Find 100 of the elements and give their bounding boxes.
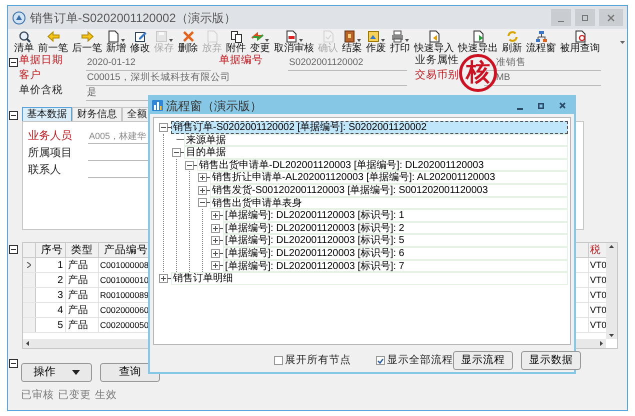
- action-button[interactable]: 操作: [21, 363, 92, 382]
- overflow-caret-icon[interactable]: [620, 41, 625, 44]
- table-cell-text: VT0: [589, 259, 606, 272]
- tree-item[interactable]: [单据编号]: DL202001120003 [标识号]: 7: [223, 260, 568, 272]
- arrow-left-icon: [46, 30, 60, 43]
- collapse-icon[interactable]: [9, 359, 18, 368]
- toolbar-button[interactable]: 清单: [14, 29, 34, 54]
- expand-icon[interactable]: [198, 173, 210, 182]
- vertical-scrollbar[interactable]: [606, 243, 617, 339]
- tab[interactable]: 基本数据: [22, 107, 72, 121]
- expand-icon[interactable]: [159, 274, 171, 283]
- tree-item[interactable]: [单据编号]: DL202001120003 [标识号]: 1: [223, 209, 568, 222]
- table-cell-text: R001000089: [99, 289, 150, 302]
- checkbox-label: 展开所有节点: [285, 352, 351, 368]
- field-label: 业务属性: [415, 54, 459, 66]
- tree-item[interactable]: 销售订单明细: [171, 272, 568, 285]
- row-header-cell[interactable]: [23, 318, 36, 332]
- close-button[interactable]: [559, 102, 566, 109]
- scroll-up-icon[interactable]: [609, 245, 614, 248]
- toolbar-button[interactable]: 打印: [390, 29, 410, 54]
- tree-item[interactable]: 销售出货申请单表身: [210, 196, 568, 210]
- toolbar-button[interactable]: 取消审核: [274, 29, 314, 54]
- collapse-icon[interactable]: [198, 198, 210, 208]
- cross-icon: [182, 30, 194, 43]
- collapse-icon[interactable]: [9, 58, 18, 67]
- dialog-button[interactable]: 显示数据: [521, 351, 581, 370]
- window-title: 销售订单-S0202001120002（演示版）: [30, 10, 237, 26]
- refresh-icon: [506, 30, 518, 43]
- row-header-cell[interactable]: [23, 288, 36, 302]
- table-cell: 1: [36, 258, 66, 272]
- field-label: 单据编号: [219, 54, 263, 66]
- tree-item[interactable]: 销售发货-S001202001120003 [单据编号]: S001202001120003: [210, 184, 568, 197]
- row-header-cell[interactable]: [23, 273, 36, 287]
- field-label: 联系人: [28, 162, 62, 178]
- close-button[interactable]: [599, 9, 623, 26]
- text-field[interactable]: C00015，深圳长城科技有限公司: [86, 72, 407, 86]
- scroll-left-icon[interactable]: [26, 341, 29, 346]
- expand-icon[interactable]: [211, 236, 223, 246]
- toolbar-button[interactable]: 快速导出: [458, 29, 498, 54]
- toolbar-button[interactable]: 快速导入: [414, 29, 454, 54]
- expand-icon[interactable]: [198, 186, 210, 195]
- expand-icon[interactable]: [211, 210, 223, 220]
- scroll-down-icon[interactable]: [609, 334, 614, 337]
- toolbar-button[interactable]: 结案: [342, 29, 362, 54]
- expand-icon[interactable]: [211, 224, 223, 233]
- field-label: 所属项目: [28, 146, 73, 160]
- stamp: 核: [459, 54, 497, 92]
- swap-icon: [251, 30, 264, 43]
- arrow-right-icon: [80, 30, 94, 43]
- table-cell-text: VT0: [589, 274, 606, 287]
- tree-item[interactable]: [单据编号]: DL202001120003 [标识号]: 5: [223, 234, 568, 247]
- collapse-icon[interactable]: [9, 111, 18, 120]
- tree-item[interactable]: 销售出货申请单-DL202001120003 [单据编号]: DL202001120003: [197, 158, 568, 172]
- field-label: 单据日期: [19, 54, 63, 66]
- field-label: 单价含税: [19, 84, 63, 96]
- tree-item[interactable]: [单据编号]: DL202001120003 [标识号]: 6: [223, 246, 568, 260]
- tree-item[interactable]: [单据编号]: DL202001120003 [标识号]: 2: [223, 222, 568, 234]
- row-header-cell[interactable]: [23, 258, 36, 272]
- row-header-cell[interactable]: [23, 303, 36, 317]
- collapse-icon[interactable]: [159, 122, 171, 132]
- toolbar-button[interactable]: 新增: [106, 29, 126, 54]
- scroll-right-icon[interactable]: [600, 341, 603, 346]
- printer-icon: [391, 30, 404, 43]
- checkbox[interactable]: [376, 356, 385, 366]
- collapse-icon[interactable]: [172, 148, 184, 157]
- tab[interactable]: 财务信息: [72, 107, 122, 121]
- import-icon: [428, 30, 440, 43]
- minimize-button[interactable]: [517, 108, 523, 110]
- toolbar-button[interactable]: 前一笔: [38, 29, 68, 54]
- field-label: 客户: [19, 69, 41, 81]
- tree-item[interactable]: 来源单据: [184, 134, 568, 146]
- flowchart-icon: [534, 30, 548, 43]
- table-cell: 3: [36, 288, 66, 302]
- collapse-icon[interactable]: [9, 245, 18, 254]
- toolbar-button[interactable]: 作废: [366, 29, 386, 54]
- collapse-icon[interactable]: [185, 160, 197, 170]
- picture-frame-icon: [367, 30, 380, 43]
- tree-item[interactable]: 销售订单-S0202001120002 [单据编号]: S0202001120002: [171, 121, 568, 134]
- toolbar-button[interactable]: 刷新: [502, 29, 522, 54]
- text-field[interactable]: S0202001120002: [288, 57, 407, 71]
- dialog-button[interactable]: 显示流程: [453, 351, 513, 370]
- status-text: 已审核: [21, 388, 54, 403]
- toolbar-button[interactable]: 被用查询: [560, 29, 600, 54]
- checkbox-label: 显示全部流程: [387, 352, 453, 368]
- maximize-button[interactable]: [575, 9, 595, 26]
- expand-icon[interactable]: [211, 248, 223, 258]
- toolbar-button[interactable]: 后一笔: [72, 29, 102, 54]
- tree-item[interactable]: 销售折让申请单-AL202001120003 [单据编号]: AL202001120003: [210, 171, 568, 184]
- toolbar-button[interactable]: 删除: [178, 29, 198, 54]
- toolbar-button[interactable]: 流程窗: [526, 29, 556, 54]
- toolbar-button[interactable]: 附件: [226, 29, 246, 54]
- expand-icon[interactable]: [211, 261, 223, 270]
- tree-item[interactable]: 目的单据: [184, 146, 568, 159]
- column-header: 税: [589, 243, 602, 257]
- checkbox[interactable]: [274, 356, 283, 366]
- toolbar-button[interactable]: 修改: [130, 29, 150, 54]
- maximize-button[interactable]: [538, 102, 544, 108]
- book-icon: [343, 30, 356, 43]
- toolbar-button[interactable]: 变更: [250, 29, 270, 54]
- text-field[interactable]: 2020-01-12: [86, 57, 211, 71]
